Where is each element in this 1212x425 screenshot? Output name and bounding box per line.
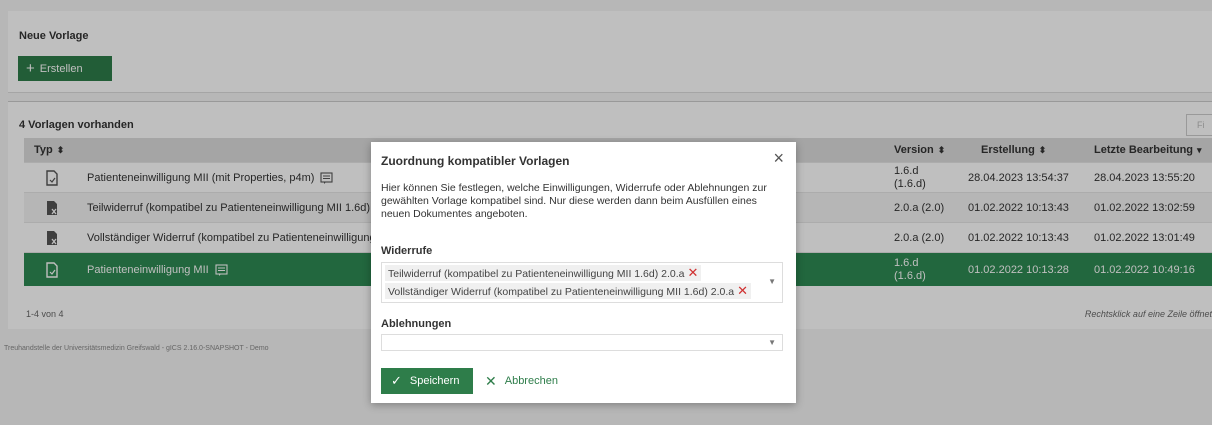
compatible-templates-dialog: Zuordnung kompatibler Vorlagen × Hier kö… (371, 142, 796, 403)
refusals-label: Ablehnungen (381, 318, 452, 330)
remove-icon[interactable]: ✕ (737, 283, 748, 298)
save-button[interactable]: ✓ Speichern (381, 368, 473, 394)
check-icon: ✓ (391, 373, 402, 388)
cancel-button[interactable]: ✕ Abbrechen (485, 368, 558, 394)
remove-icon[interactable]: ✕ (688, 265, 699, 280)
chevron-down-icon: ▼ (768, 338, 776, 347)
dialog-description: Hier können Sie festlegen, welche Einwil… (381, 182, 767, 220)
dialog-title: Zuordnung kompatibler Vorlagen (381, 154, 570, 168)
close-icon: ✕ (485, 372, 497, 389)
revocations-multiselect[interactable]: Teilwiderruf (kompatibel zu Patientenein… (381, 262, 783, 303)
refusals-multiselect[interactable]: ▼ (381, 334, 783, 351)
chevron-down-icon: ▼ (768, 277, 776, 286)
cancel-button-label: Abbrechen (504, 375, 558, 387)
selected-chip: Vollständiger Widerruf (kompatibel zu Pa… (385, 283, 752, 299)
close-icon[interactable]: × (773, 148, 784, 169)
save-button-label: Speichern (409, 375, 460, 387)
revocations-label: Widerrufe (381, 245, 433, 257)
selected-chip: Teilwiderruf (kompatibel zu Patientenein… (385, 265, 702, 281)
